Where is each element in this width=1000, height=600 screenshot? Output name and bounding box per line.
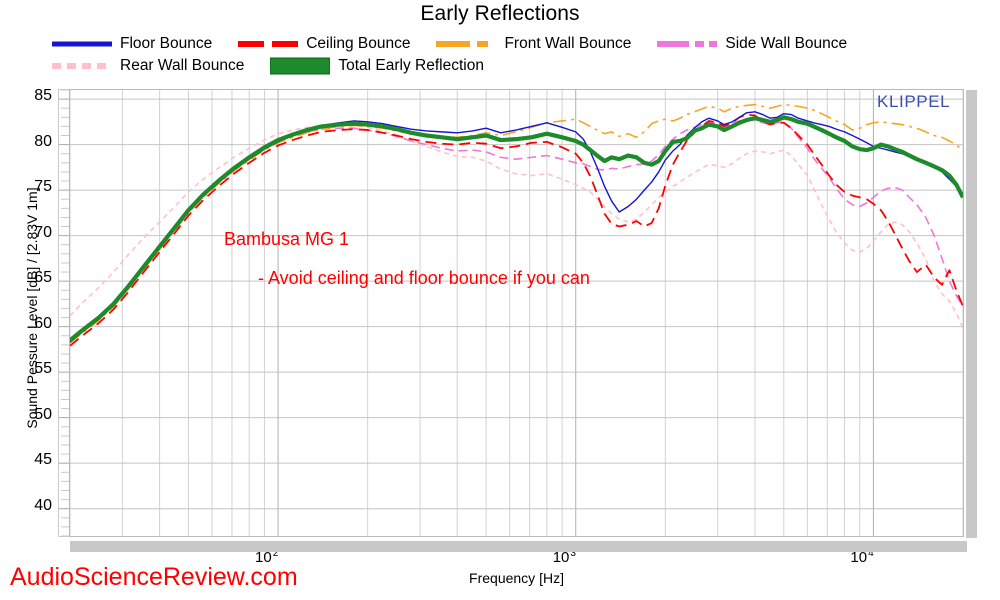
legend-item-label: Total Early Reflection	[338, 57, 484, 74]
vertical-scrollbar[interactable]	[966, 90, 977, 538]
legend-row: Rear Wall Bounce Total Early Reflection	[52, 55, 992, 77]
legend-item-label: Front Wall Bounce	[504, 35, 632, 52]
annotation-model-name: Bambusa MG 1	[224, 229, 350, 249]
series-line-ceiling-bounce	[70, 113, 963, 347]
series-line-total-early-reflection	[70, 115, 963, 342]
plot-area[interactable]	[69, 89, 964, 537]
y-axis-tick-label: 40	[34, 496, 52, 514]
legend-item-total-early-reflection[interactable]: Total Early Reflection	[270, 55, 484, 77]
y-axis-tick-label: 80	[34, 132, 52, 150]
y-axis-tick-label: 55	[34, 360, 52, 378]
y-axis-tick-label: 45	[34, 451, 52, 469]
legend-swatch-icon	[52, 33, 112, 55]
y-axis-tick-label: 50	[34, 405, 52, 423]
legend-item-front-wall-bounce[interactable]: Front Wall Bounce	[436, 33, 631, 55]
y-axis-tick-label: 65	[34, 269, 52, 287]
chart-legend: Floor Bounce Ceiling Bounce Front Wall Bou…	[52, 33, 992, 77]
legend-item-label: Rear Wall Bounce	[120, 57, 245, 74]
y-axis-tick-label: 60	[34, 314, 52, 332]
series-line-rear-wall-bounce	[70, 123, 963, 329]
legend-swatch-icon	[52, 55, 112, 77]
chart-title: Early Reflections	[420, 2, 580, 25]
legend-row: Floor Bounce Ceiling Bounce Front Wall Bou…	[52, 33, 992, 55]
y-axis-tick-label: 85	[34, 87, 52, 105]
legend-item-side-wall-bounce[interactable]: Side Wall Bounce	[657, 33, 847, 55]
legend-swatch-icon	[238, 33, 299, 55]
legend-swatch-icon	[270, 55, 331, 77]
horizontal-scrollbar[interactable]	[70, 541, 967, 552]
audiosciencereview-watermark: AudioScienceReview.com	[10, 563, 298, 591]
legend-swatch-icon	[436, 33, 496, 55]
legend-item-ceiling-bounce[interactable]: Ceiling Bounce	[238, 33, 410, 55]
legend-item-label: Side Wall Bounce	[725, 35, 848, 52]
legend-item-rear-wall-bounce[interactable]: Rear Wall Bounce	[52, 55, 244, 77]
y-axis-tick-label: 70	[34, 223, 52, 241]
legend-swatch-icon	[657, 33, 718, 55]
series-line-side-wall-bounce	[70, 118, 963, 342]
legend-item-label: Ceiling Bounce	[306, 35, 411, 52]
y-axis-tick-label: 75	[34, 178, 52, 196]
klippel-watermark: KLIPPEL	[877, 92, 951, 111]
y-axis-label: Sound Pessure Level [dB] / [2.83V 1m]	[24, 187, 40, 429]
legend-item-floor-bounce[interactable]: Floor Bounce	[52, 33, 212, 55]
legend-item-label: Floor Bounce	[120, 35, 213, 52]
annotation-advice: - Avoid ceiling and floor bounce if you …	[258, 268, 590, 288]
